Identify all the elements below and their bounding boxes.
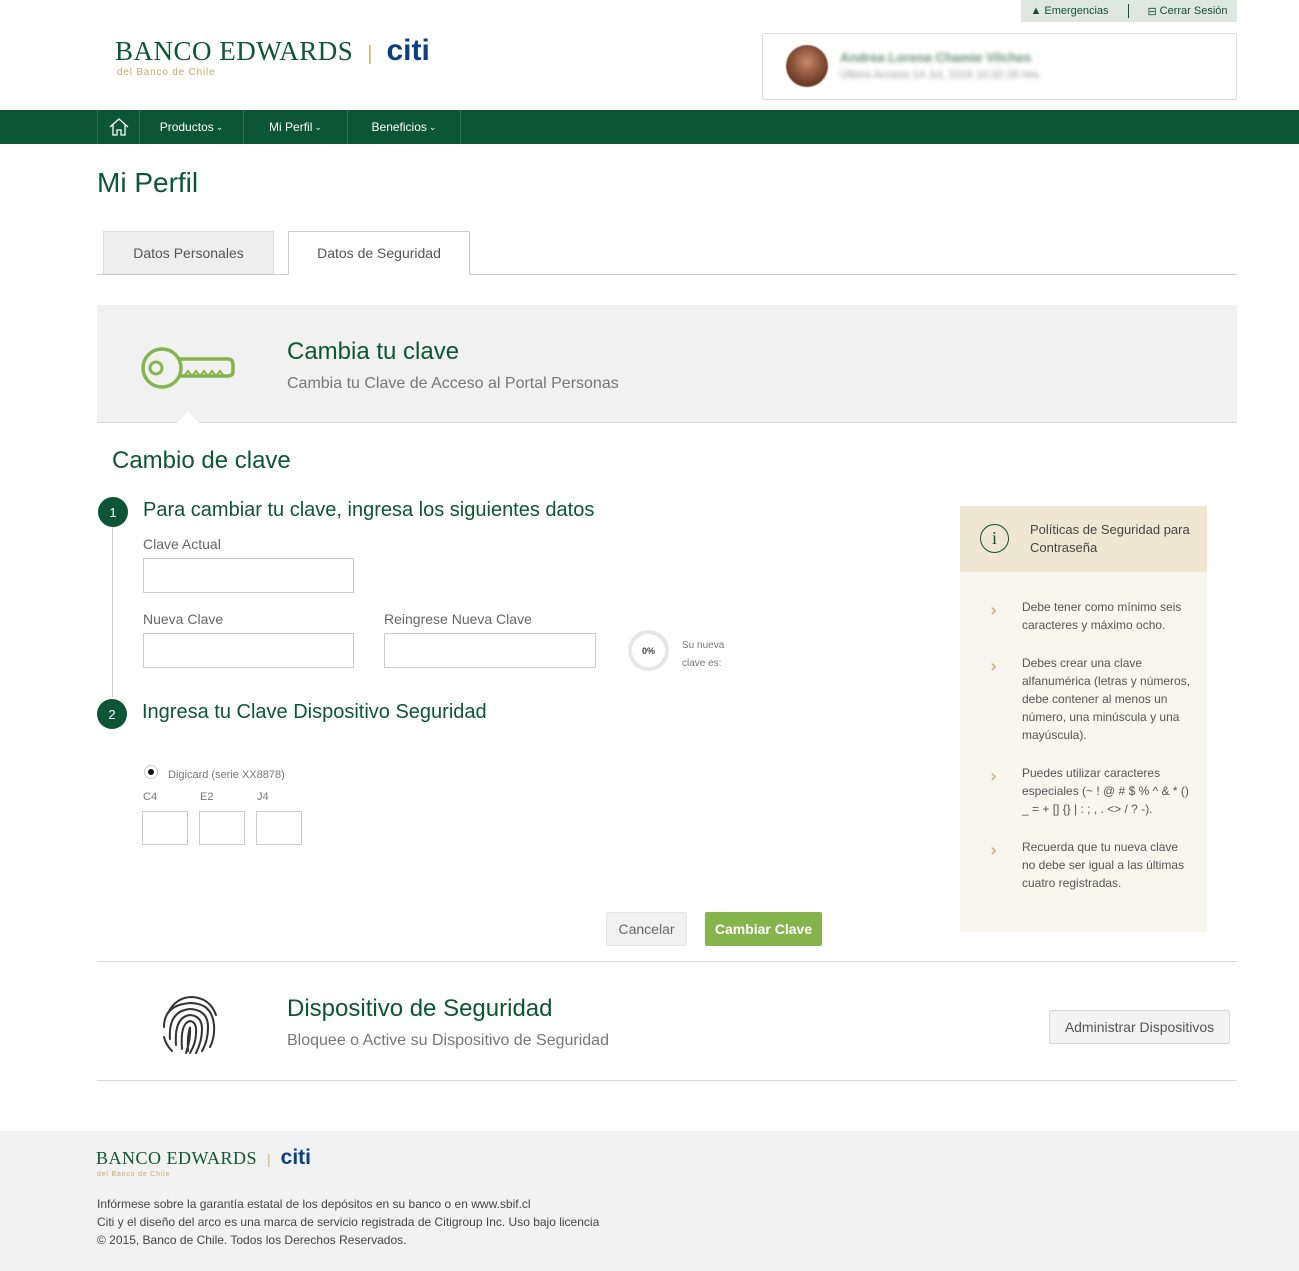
info-icon: i bbox=[980, 524, 1009, 553]
section-divider bbox=[97, 1080, 1237, 1081]
policy-item: Debe tener como mínimo seis caracteres y… bbox=[1022, 600, 1182, 632]
nav-beneficios[interactable]: Beneficios ⌄ bbox=[347, 110, 461, 144]
section-divider bbox=[97, 961, 1237, 962]
step-connector bbox=[112, 527, 113, 697]
cerrar-sesion-link[interactable]: ⊟ Cerrar Sesión bbox=[1147, 5, 1227, 18]
coord-input-2[interactable] bbox=[199, 811, 245, 845]
utility-bar: ▲ Emergencias ⊟ Cerrar Sesión bbox=[1021, 0, 1237, 22]
tab-datos-seguridad[interactable]: Datos de Seguridad bbox=[288, 231, 470, 275]
emergencias-link[interactable]: ▲ Emergencias bbox=[1030, 5, 1108, 17]
coord-label-3: J4 bbox=[257, 791, 269, 803]
new-password-input[interactable] bbox=[143, 633, 354, 668]
logout-icon: ⊟ bbox=[1147, 5, 1157, 18]
policy-item: Puedes utilizar caracteres especiales (~… bbox=[1022, 766, 1189, 816]
manage-devices-button[interactable]: Administrar Dispositivos bbox=[1049, 1010, 1230, 1044]
footer-line-3: © 2015, Banco de Chile. Todos los Derech… bbox=[97, 1233, 407, 1247]
current-password-input[interactable] bbox=[143, 558, 354, 593]
chevron-right-icon: › bbox=[990, 600, 998, 621]
coord-input-1[interactable] bbox=[142, 811, 188, 845]
device-title: Dispositivo de Seguridad bbox=[287, 995, 553, 1022]
warning-icon: ▲ bbox=[1030, 5, 1042, 17]
policy-item: Recuerda que tu nueva clave no debe ser … bbox=[1022, 840, 1185, 890]
change-password-button[interactable]: Cambiar Clave bbox=[705, 912, 822, 946]
nav-items: Productos ⌄ Mi Perfil ⌄ Beneficios ⌄ bbox=[97, 110, 461, 144]
chevron-right-icon: › bbox=[990, 840, 998, 861]
brand-subtitle: del Banco de Chile bbox=[117, 67, 216, 78]
device-subtitle: Bloquee o Active su Dispositivo de Segur… bbox=[287, 1032, 609, 1049]
password-strength-text: Su nueva clave es: bbox=[682, 640, 725, 669]
digicard-radio[interactable] bbox=[144, 765, 158, 779]
brand-separator: | bbox=[367, 43, 373, 65]
footer-line-2: Citi y el diseño del arco es una marca d… bbox=[97, 1215, 600, 1229]
repeat-password-input[interactable] bbox=[384, 633, 596, 668]
user-last-access: Último Acceso 14 Jul, 2016 10:32:28 Hrs. bbox=[840, 69, 1042, 81]
step-1-badge: 1 bbox=[98, 497, 128, 527]
banner-title: Cambia tu clave bbox=[287, 338, 460, 365]
header-logo[interactable]: BANCO EDWARDS | citi bbox=[115, 34, 430, 68]
step-2-badge: 2 bbox=[97, 699, 127, 729]
current-password-label: Clave Actual bbox=[143, 536, 221, 552]
policies-title: Políticas de Seguridad para Contraseña bbox=[1030, 522, 1190, 555]
policy-item: Debes crear una clave alfanumérica (letr… bbox=[1022, 656, 1191, 742]
step-2-title: Ingresa tu Clave Dispositivo Seguridad bbox=[142, 701, 487, 723]
tab-underline bbox=[97, 274, 1237, 275]
banner-pointer bbox=[176, 411, 200, 424]
nav-mi-perfil[interactable]: Mi Perfil ⌄ bbox=[243, 110, 347, 144]
home-button[interactable] bbox=[97, 110, 139, 144]
chevron-down-icon: ⌄ bbox=[428, 121, 437, 132]
chevron-down-icon: ⌄ bbox=[314, 121, 322, 132]
nav-productos[interactable]: Productos ⌄ bbox=[139, 110, 243, 144]
citi-logo: citi bbox=[386, 34, 430, 67]
digicard-label: Digicard (serie XX8878) bbox=[168, 769, 285, 781]
coord-label-2: E2 bbox=[200, 791, 214, 803]
footer-brand-subtitle: del Banco de Chile bbox=[97, 1171, 171, 1178]
user-box bbox=[762, 33, 1237, 100]
password-strength-meter: 0% bbox=[628, 630, 669, 671]
step-1-title: Para cambiar tu clave, ingresa los sigui… bbox=[143, 499, 595, 521]
chevron-right-icon: › bbox=[990, 656, 998, 677]
footer-line-1: Infórmese sobre la garantía estatal de l… bbox=[97, 1197, 531, 1211]
footer-logo: BANCO EDWARDS | citi bbox=[96, 1146, 311, 1169]
chevron-right-icon: › bbox=[990, 766, 998, 787]
page-title: Mi Perfil bbox=[97, 167, 199, 198]
banner-subtitle: Cambia tu Clave de Acceso al Portal Pers… bbox=[287, 375, 619, 392]
fingerprint-icon bbox=[163, 995, 217, 1054]
change-password-banner bbox=[97, 305, 1237, 423]
home-icon bbox=[109, 118, 128, 136]
new-password-label: Nueva Clave bbox=[143, 611, 224, 627]
cancel-button[interactable]: Cancelar bbox=[606, 912, 687, 946]
repeat-password-label: Reingrese Nueva Clave bbox=[384, 611, 532, 627]
user-name: Andrea Lorena Chamie Vilches bbox=[840, 50, 1032, 65]
section-title: Cambio de clave bbox=[112, 447, 291, 474]
avatar bbox=[786, 45, 828, 87]
utility-separator bbox=[1127, 4, 1129, 18]
chevron-down-icon: ⌄ bbox=[215, 121, 224, 132]
coord-input-3[interactable] bbox=[256, 811, 302, 845]
brand-name: BANCO EDWARDS bbox=[115, 36, 354, 66]
tab-datos-personales[interactable]: Datos Personales bbox=[103, 231, 274, 274]
coord-label-1: C4 bbox=[143, 791, 158, 803]
key-icon bbox=[141, 347, 235, 389]
